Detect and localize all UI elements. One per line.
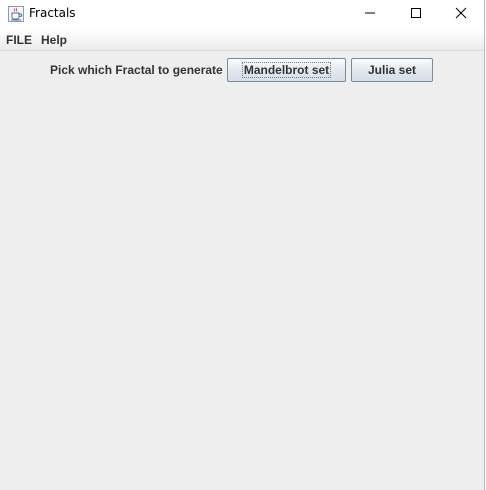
- mandelbrot-set-label: Mandelbrot set: [241, 62, 332, 78]
- app-window: Fractals FILE Help Pick which Fractal to…: [0, 0, 485, 490]
- maximize-icon: [410, 6, 422, 24]
- mandelbrot-set-button[interactable]: Mandelbrot set: [227, 58, 346, 82]
- minimize-button[interactable]: [347, 0, 393, 29]
- menu-file[interactable]: FILE: [6, 33, 32, 47]
- close-icon: [455, 6, 467, 24]
- minimize-icon: [364, 6, 376, 24]
- window-title: Fractals: [29, 6, 76, 20]
- menu-help[interactable]: Help: [41, 33, 67, 47]
- julia-set-button[interactable]: Julia set: [351, 58, 433, 82]
- fractal-prompt-label: Pick which Fractal to generate: [50, 63, 223, 77]
- menu-bar: FILE Help: [0, 29, 484, 51]
- maximize-button[interactable]: [393, 0, 439, 29]
- julia-set-label: Julia set: [367, 63, 417, 77]
- title-bar[interactable]: Fractals: [0, 0, 484, 29]
- java-cup-icon: [8, 6, 24, 22]
- close-button[interactable]: [438, 0, 484, 29]
